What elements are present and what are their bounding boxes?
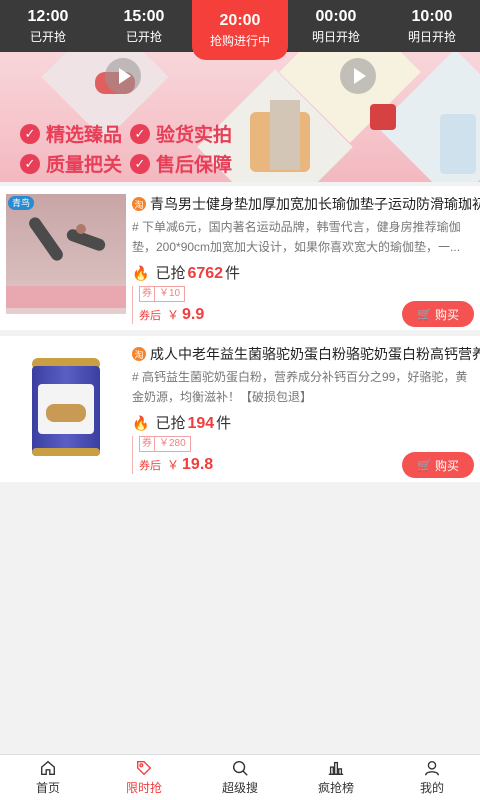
promo-banner[interactable]: ✓ 精选臻品 ✓ 验货实拍 ✓ 质量把关 ✓ 售后保障 <box>0 52 480 182</box>
time-tab-1200[interactable]: 12:00 已开抢 <box>0 0 96 52</box>
after-coupon-price: 券后 ￥ 19.8 <box>139 456 213 474</box>
banner-feature: ✓ 质量把关 <box>20 150 122 177</box>
time-tab-1500[interactable]: 15:00 已开抢 <box>96 0 192 52</box>
product-card[interactable]: 青鸟 淘 青鸟男士健身垫加厚加宽加长瑜伽垫子运动防滑瑜珈初 # 下单减6元，国内… <box>0 186 480 330</box>
sold-label: 已抢 <box>155 415 186 432</box>
time-tab-2000[interactable]: 20:00 抢购进行中 <box>192 0 288 60</box>
banner-product-bottles <box>440 114 476 174</box>
product-image-yoga-mat[interactable]: 青鸟 <box>6 194 126 314</box>
banner-feature: ✓ 验货实拍 <box>130 120 232 147</box>
ranking-icon <box>328 761 344 775</box>
coupon-tag: 券 ￥280 <box>139 436 202 452</box>
buy-button-label: 购买 <box>434 458 459 473</box>
play-icon[interactable] <box>340 58 376 94</box>
product-title-row[interactable]: 淘 成人中老年益生菌骆驼奶蛋白粉骆驼奶蛋白粉高钙营养 <box>132 344 480 364</box>
banner-feature-label: 验货实拍 <box>156 125 233 146</box>
price-value: 19.8 <box>182 456 214 473</box>
currency-symbol: ￥ <box>167 458 180 472</box>
sold-label: 已抢 <box>155 265 186 282</box>
time-status: 明日开抢 <box>407 30 456 44</box>
nav-item-label: 首页 <box>35 781 60 795</box>
coupon-label: 券 <box>139 436 155 452</box>
search-icon <box>232 760 248 776</box>
nav-item-super-search[interactable]: 超级搜 <box>192 755 288 800</box>
banner-feature-label: 质量把关 <box>46 155 123 176</box>
fire-icon: 🔥 <box>132 415 150 431</box>
sold-count: 194 <box>187 415 215 432</box>
cart-icon: 🛒 <box>417 307 432 321</box>
time-tab-0000[interactable]: 00:00 明日开抢 <box>288 0 384 52</box>
currency-symbol: ￥ <box>167 308 180 322</box>
banner-product-blazer <box>270 100 300 170</box>
banner-feature-label: 精选臻品 <box>46 125 123 146</box>
nav-item-flash-sale[interactable]: 限时抢 <box>96 755 192 800</box>
banner-feature: ✓ 精选臻品 <box>20 120 122 147</box>
time-status: 已开抢 <box>125 30 162 44</box>
sold-count: 6762 <box>187 265 224 282</box>
coupon-label: 券 <box>139 286 155 302</box>
sold-unit: 件 <box>225 265 241 282</box>
nav-item-mine[interactable]: 我的 <box>384 755 480 800</box>
taobao-icon: 淘 <box>132 347 146 361</box>
check-circle-icon: ✓ <box>130 153 150 174</box>
thumb-brand-badge: 青鸟 <box>8 196 35 210</box>
buy-button[interactable]: 🛒 购买 <box>402 452 474 478</box>
coupon-value: ￥280 <box>155 436 191 452</box>
product-title-row[interactable]: 淘 青鸟男士健身垫加厚加宽加长瑜伽垫子运动防滑瑜珈初 <box>132 194 480 214</box>
check-circle-icon: ✓ <box>130 123 150 144</box>
time-label: 20:00 <box>219 12 261 29</box>
time-label: 00:00 <box>315 8 357 25</box>
product-title[interactable]: 青鸟男士健身垫加厚加宽加长瑜伽垫子运动防滑瑜珈初 <box>150 194 480 214</box>
price-box: 券 ￥280 券后 ￥ 19.8 <box>132 436 213 474</box>
banner-feature: ✓ 售后保障 <box>130 150 232 177</box>
user-icon <box>425 761 439 776</box>
after-coupon-label: 券后 <box>139 460 161 472</box>
price-box: 券 ￥10 券后 ￥ 9.9 <box>132 286 205 324</box>
flash-sale-tag-icon <box>137 761 152 776</box>
buy-button-label: 购买 <box>434 307 459 322</box>
fire-icon: 🔥 <box>132 265 150 281</box>
after-coupon-label: 券后 <box>139 310 161 322</box>
time-label: 15:00 <box>123 8 165 25</box>
check-circle-icon: ✓ <box>20 153 40 174</box>
coupon-value: ￥10 <box>155 286 186 302</box>
time-label: 12:00 <box>27 8 69 25</box>
time-status: 已开抢 <box>29 30 66 44</box>
thumb-brand-label: 青鸟 <box>12 198 31 208</box>
after-coupon-price: 券后 ￥ 9.9 <box>139 306 205 324</box>
product-description: # 下单减6元，国内著名运动品牌，韩雪代言，健身房推荐瑜伽垫，200*90cm加… <box>132 220 461 254</box>
time-tab-bar: 12:00 已开抢 15:00 已开抢 20:00 抢购进行中 00:00 明日… <box>0 0 480 60</box>
nav-item-label: 超级搜 <box>221 781 258 795</box>
buy-button[interactable]: 🛒 购买 <box>402 301 474 327</box>
product-card[interactable]: 淘 成人中老年益生菌骆驼奶蛋白粉骆驼奶蛋白粉高钙营养 # 高钙益生菌驼奶蛋白粉，… <box>0 336 480 482</box>
nav-item-label: 我的 <box>419 781 444 795</box>
banner-product-red-item <box>370 104 396 130</box>
nav-item-label: 疯抢榜 <box>317 781 354 795</box>
cart-icon: 🛒 <box>417 458 432 472</box>
time-status: 抢购进行中 <box>209 34 270 48</box>
play-icon[interactable] <box>105 58 141 94</box>
product-title[interactable]: 成人中老年益生菌骆驼奶蛋白粉骆驼奶蛋白粉高钙营养 <box>150 344 480 364</box>
sold-count-row: 🔥 已抢 6762 件 <box>132 262 240 283</box>
home-icon <box>41 760 55 775</box>
time-status: 明日开抢 <box>311 30 360 44</box>
nav-item-label: 限时抢 <box>125 781 162 795</box>
sold-unit: 件 <box>216 415 232 432</box>
coupon-tag: 券 ￥10 <box>139 286 202 302</box>
taobao-icon: 淘 <box>132 197 146 211</box>
time-label: 10:00 <box>411 8 453 25</box>
time-tab-1000[interactable]: 10:00 明日开抢 <box>384 0 480 52</box>
product-image-camel-milk-powder[interactable] <box>6 344 126 464</box>
check-circle-icon: ✓ <box>20 123 40 144</box>
nav-item-home[interactable]: 首页 <box>0 755 96 800</box>
product-description: # 高钙益生菌驼奶蛋白粉，营养成分补钙百分之99，好骆驼，黄金奶源，均衡滋补！【… <box>132 370 468 404</box>
bottom-nav: 首页 限时抢 超级搜 疯抢榜 我的 <box>0 754 480 800</box>
banner-feature-label: 售后保障 <box>156 155 233 176</box>
sold-count-row: 🔥 已抢 194 件 <box>132 412 231 433</box>
nav-item-ranking[interactable]: 疯抢榜 <box>288 755 384 800</box>
price-value: 9.9 <box>182 306 205 323</box>
